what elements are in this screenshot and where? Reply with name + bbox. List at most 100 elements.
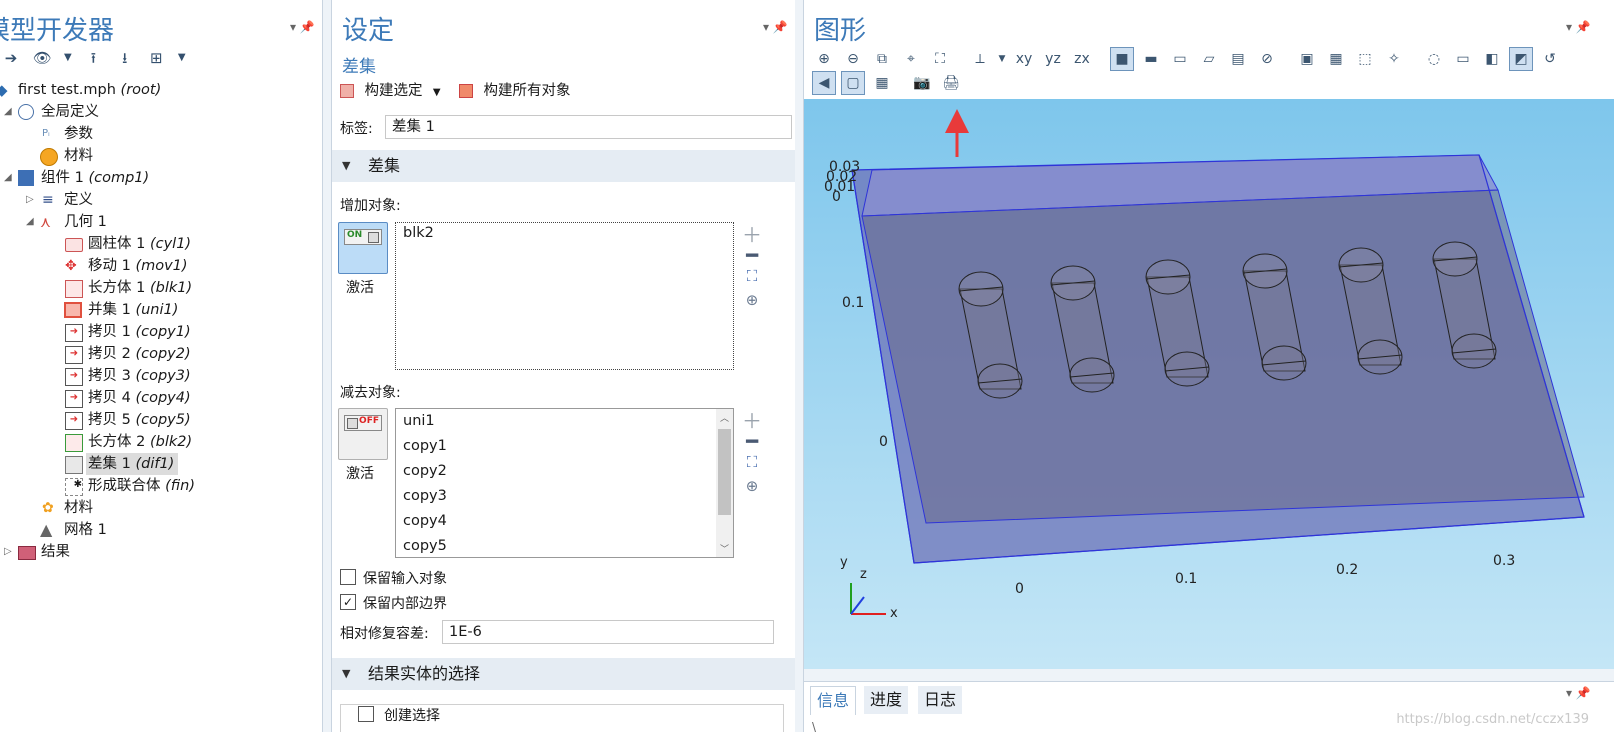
tree-item-copy2[interactable]: ➜ 拷贝 2 (copy2) bbox=[0, 343, 320, 365]
tree-item-root[interactable]: ◆ first test.mph (root) bbox=[0, 79, 320, 101]
arrow-right-icon[interactable]: ➔ bbox=[0, 47, 22, 69]
show-icon[interactable]: ▦ bbox=[1324, 47, 1348, 71]
subtract-select-icon[interactable]: ⛶ bbox=[741, 453, 763, 471]
scroll-thumb[interactable] bbox=[718, 429, 731, 515]
tree-item-component[interactable]: ◢ 组件 1 (comp1) bbox=[0, 167, 320, 189]
move-down-icon[interactable]: ⭳ bbox=[114, 47, 136, 69]
grid-icon[interactable]: ▦ bbox=[870, 71, 894, 95]
clear-selection-icon[interactable]: ⊘ bbox=[1255, 47, 1279, 71]
select-domains-icon[interactable]: ■ bbox=[1110, 47, 1134, 71]
tree-item-form-union[interactable]: ✱ 形成联合体 (fin) bbox=[0, 475, 320, 497]
view-axes-icon[interactable]: ⟂ bbox=[968, 47, 992, 71]
expand-tree-icon[interactable]: ⊞ bbox=[145, 47, 167, 69]
zoom-out-icon[interactable]: ⊖ bbox=[841, 47, 865, 71]
expand-toggle-icon[interactable]: ▷ bbox=[4, 541, 12, 563]
panel-menu-icon[interactable]: ▾ 📌 bbox=[1566, 686, 1591, 700]
perspective-icon[interactable]: ▢ bbox=[841, 71, 865, 95]
select-points-icon[interactable]: ▱ bbox=[1197, 47, 1221, 71]
add-select-icon[interactable]: ⛶ bbox=[741, 267, 763, 285]
tree-item-results[interactable]: ▷ 结果 bbox=[0, 541, 320, 563]
tab-info[interactable]: 信息 bbox=[810, 686, 857, 715]
select-lasso-icon[interactable]: ✧ bbox=[1382, 47, 1406, 71]
transparency-icon[interactable]: ◧ bbox=[1480, 47, 1504, 71]
expand-toggle-icon[interactable]: ▷ bbox=[26, 189, 34, 211]
list-item[interactable]: copy2 bbox=[403, 463, 447, 479]
select-objects-icon[interactable]: ▤ bbox=[1226, 47, 1250, 71]
collapse-toggle-icon[interactable]: ◢ bbox=[4, 101, 12, 123]
render-icon[interactable]: ◩ bbox=[1509, 47, 1533, 71]
subtract-active-toggle[interactable]: OFF bbox=[338, 408, 388, 460]
tree-item-geometry[interactable]: ◢ ⋏ 几何 1 bbox=[0, 211, 320, 233]
tree-item-mesh[interactable]: ▲ 网格 1 bbox=[0, 519, 320, 541]
tree-item-copy3[interactable]: ➜ 拷贝 3 (copy3) bbox=[0, 365, 320, 387]
view-options-icon[interactable]: 👁 bbox=[31, 47, 53, 69]
zoom-in-icon[interactable]: ⊕ bbox=[812, 47, 836, 71]
select-boundaries-icon[interactable]: ▬ bbox=[1139, 47, 1163, 71]
view-yz-icon[interactable]: yz bbox=[1041, 47, 1065, 71]
wireframe-icon[interactable]: ▭ bbox=[1451, 47, 1475, 71]
tree-item-block1[interactable]: 长方体 1 (blk1) bbox=[0, 277, 320, 299]
create-selection-checkbox[interactable] bbox=[358, 706, 374, 722]
list-item[interactable]: blk2 bbox=[403, 225, 434, 241]
scene-light-icon[interactable]: ◀ bbox=[812, 71, 836, 95]
zoom-box-icon[interactable]: ⧉ bbox=[870, 47, 894, 71]
subtract-objects-list[interactable]: uni1 copy1 copy2 copy3 copy4 copy5 ︿ ﹀ bbox=[395, 408, 734, 558]
tree-item-definitions[interactable]: ▷ ≡ 定义 bbox=[0, 189, 320, 211]
add-objects-list[interactable]: blk2 bbox=[395, 222, 734, 370]
tree-item-materials[interactable]: ✿ 材料 bbox=[0, 497, 320, 519]
zoom-extents-icon[interactable]: ⛶ bbox=[928, 47, 952, 71]
move-up-icon[interactable]: ⭱ bbox=[82, 47, 104, 69]
add-minus-button[interactable]: ━ bbox=[741, 243, 763, 267]
panel-menu-icon[interactable]: ▾ 📌 bbox=[290, 20, 315, 34]
keep-interior-checkbox[interactable]: ✓ bbox=[340, 594, 356, 610]
print-icon[interactable]: 🖨 bbox=[939, 71, 963, 95]
tree-item-materials-global[interactable]: 材料 bbox=[0, 145, 320, 167]
eye-hide-icon[interactable]: ◌ bbox=[1422, 47, 1446, 71]
repair-tol-input[interactable]: 1E-6 bbox=[442, 620, 774, 644]
panel-menu-icon[interactable]: ▾ 📌 bbox=[763, 20, 788, 34]
hide-icon[interactable]: ▣ bbox=[1295, 47, 1319, 71]
list-item[interactable]: copy1 bbox=[403, 438, 447, 454]
tree-item-difference[interactable]: 差集 1 (dif1) bbox=[0, 453, 320, 475]
select-box-icon[interactable]: ⬚ bbox=[1353, 47, 1377, 71]
tree-item-union[interactable]: 并集 1 (uni1) bbox=[0, 299, 320, 321]
tree-item-copy1[interactable]: ➜ 拷贝 1 (copy1) bbox=[0, 321, 320, 343]
chevron-down-icon[interactable]: ▼ bbox=[63, 47, 73, 69]
subtract-minus-button[interactable]: ━ bbox=[741, 429, 763, 453]
camera-icon[interactable]: 📷 bbox=[910, 71, 934, 95]
tab-progress[interactable]: 进度 bbox=[864, 686, 909, 714]
section-result-selection[interactable]: ▼ 结果实体的选择 bbox=[332, 658, 795, 690]
splitter[interactable] bbox=[323, 0, 331, 732]
tree-item-copy5[interactable]: ➜ 拷贝 5 (copy5) bbox=[0, 409, 320, 431]
collapse-toggle-icon[interactable]: ◢ bbox=[4, 167, 12, 189]
chevron-down-icon[interactable]: ▼ bbox=[997, 47, 1007, 71]
select-edges-icon[interactable]: ▭ bbox=[1168, 47, 1192, 71]
keep-input-checkbox[interactable] bbox=[340, 569, 356, 585]
splitter[interactable] bbox=[795, 0, 803, 732]
list-item[interactable]: copy3 bbox=[403, 488, 447, 504]
view-zx-icon[interactable]: zx bbox=[1070, 47, 1094, 71]
view-xy-icon[interactable]: xy bbox=[1012, 47, 1036, 71]
reset-view-icon[interactable]: ↺ bbox=[1538, 47, 1562, 71]
splitter[interactable] bbox=[804, 669, 1614, 681]
graphics-viewport[interactable]: 0.03 0.02 0.01 0 0.1 0 0 0.1 0.2 0.3 x y… bbox=[804, 99, 1614, 669]
tree-item-copy4[interactable]: ➜ 拷贝 4 (copy4) bbox=[0, 387, 320, 409]
label-input[interactable]: 差集 1 bbox=[385, 115, 792, 139]
tree-item-cylinder[interactable]: 圆柱体 1 (cyl1) bbox=[0, 233, 320, 255]
build-all-button[interactable]: 构建所有对象 bbox=[484, 83, 571, 99]
add-active-toggle[interactable]: ON bbox=[338, 222, 388, 274]
collapse-toggle-icon[interactable]: ◢ bbox=[26, 211, 34, 233]
tree-item-block2[interactable]: 长方体 2 (blk2) bbox=[0, 431, 320, 453]
panel-menu-icon[interactable]: ▾ 📌 bbox=[1566, 20, 1591, 34]
chevron-down-icon[interactable]: ▼ bbox=[177, 47, 187, 69]
section-difference[interactable]: ▼ 差集 bbox=[332, 150, 795, 182]
zoom-selected-icon[interactable]: ⌖ bbox=[899, 47, 923, 71]
tree-item-move[interactable]: ✥ 移动 1 (mov1) bbox=[0, 255, 320, 277]
list-item[interactable]: uni1 bbox=[403, 413, 435, 429]
chevron-down-icon[interactable]: ▼ bbox=[433, 87, 441, 98]
build-selected-button[interactable]: 构建选定 bbox=[364, 83, 422, 99]
subtract-zoom-icon[interactable]: ⊕ bbox=[741, 477, 763, 495]
list-item[interactable]: copy5 bbox=[403, 538, 447, 554]
scroll-up-icon[interactable]: ︿ bbox=[716, 411, 733, 424]
tree-item-global-definitions[interactable]: ◢ 全局定义 bbox=[0, 101, 320, 123]
